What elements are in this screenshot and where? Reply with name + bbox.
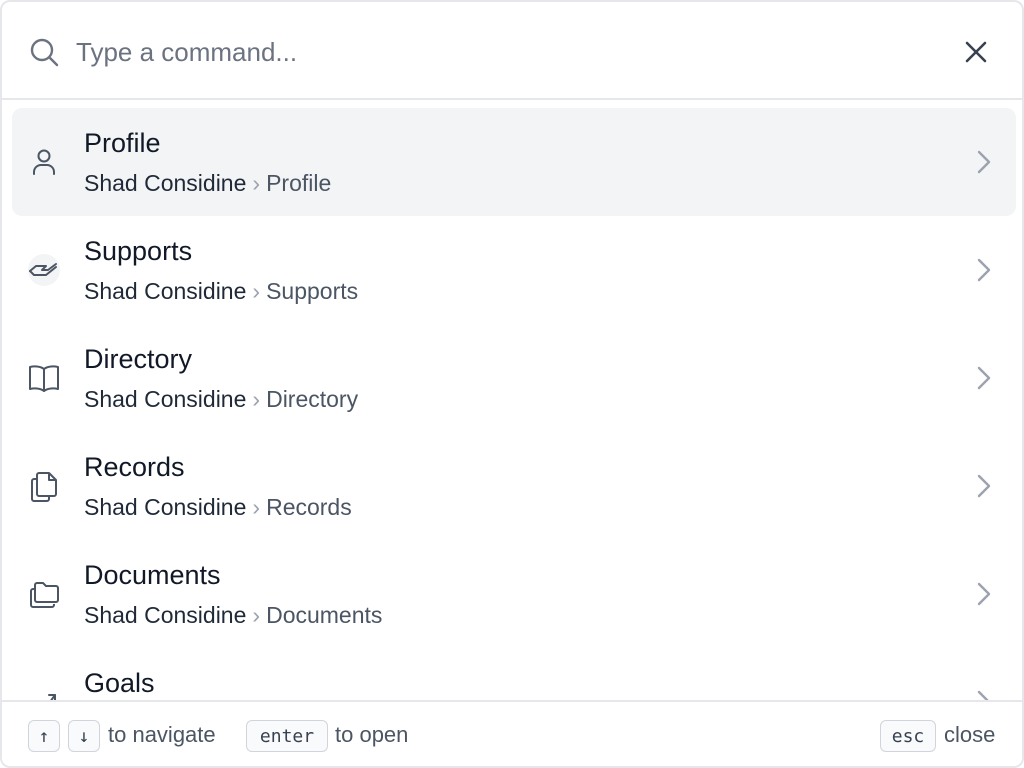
- breadcrumb-leaf: Profile: [266, 170, 332, 196]
- command-item-documents[interactable]: Documents Shad Considine › Documents: [12, 540, 1016, 648]
- breadcrumb-leaf: Documents: [266, 602, 383, 628]
- breadcrumb-separator: ›: [252, 170, 261, 196]
- breadcrumb-separator: ›: [252, 278, 261, 304]
- open-hint: to open: [335, 722, 409, 747]
- command-item-title: Records: [84, 452, 185, 482]
- navigate-hint: to navigate: [108, 722, 216, 747]
- chevron-right-icon: [972, 148, 996, 176]
- search-icon: [28, 36, 60, 68]
- command-item-directory[interactable]: Directory Shad Considine › Directory: [12, 324, 1016, 432]
- close-button[interactable]: [956, 32, 996, 72]
- breadcrumb-root: Shad Considine: [84, 386, 247, 412]
- breadcrumb-separator: ›: [252, 386, 261, 412]
- enter-key: enter: [246, 720, 328, 752]
- breadcrumb-leaf: Records: [266, 494, 352, 520]
- arrow-down-key: ↓: [68, 720, 100, 752]
- breadcrumb-leaf: Supports: [266, 278, 359, 304]
- breadcrumb-separator: ›: [252, 602, 261, 628]
- command-item-profile[interactable]: Profile Shad Considine › Profile: [12, 108, 1016, 216]
- folders-icon: [26, 576, 62, 612]
- breadcrumb-separator: ›: [252, 494, 261, 520]
- command-item-breadcrumb: Shad Considine › Records: [84, 494, 352, 521]
- files-icon: [26, 468, 62, 504]
- user-icon: [26, 144, 62, 180]
- book-open-icon: [26, 360, 62, 396]
- command-item-breadcrumb: Shad Considine › Documents: [84, 602, 382, 629]
- command-item-title: Documents: [84, 560, 221, 590]
- command-item-breadcrumb: Shad Considine › Profile: [84, 170, 331, 197]
- search-bar: [2, 2, 1022, 100]
- command-item-title: Supports: [84, 236, 193, 266]
- command-item-breadcrumb: Shad Considine › Directory: [84, 386, 358, 413]
- command-item-records[interactable]: Records Shad Considine › Records: [12, 432, 1016, 540]
- chevron-right-icon: [972, 256, 996, 284]
- command-item-title: Directory: [84, 344, 193, 374]
- keyboard-hints-footer: ↑ ↓ to navigate enter to open esc close: [2, 700, 1022, 766]
- chevron-right-icon: [972, 472, 996, 500]
- command-item-breadcrumb: Shad Considine › Supports: [84, 278, 358, 305]
- arrow-up-key: ↑: [28, 720, 60, 752]
- breadcrumb-root: Shad Considine: [84, 170, 247, 196]
- breadcrumb-leaf: Directory: [266, 386, 359, 412]
- command-item-supports[interactable]: Supports Shad Considine › Supports: [12, 216, 1016, 324]
- chevron-right-icon: [972, 688, 996, 700]
- close-hint: close: [944, 722, 996, 747]
- chevron-right-icon: [972, 364, 996, 392]
- command-palette: Profile Shad Considine›Profile Supports …: [0, 0, 1024, 768]
- command-list: Profile Shad Considine › Profile Supports …: [2, 100, 1022, 700]
- goal-flag-icon: [26, 684, 62, 700]
- command-item-title: Profile: [84, 128, 161, 158]
- esc-key: esc: [880, 720, 936, 752]
- chevron-right-icon: [972, 580, 996, 608]
- search-input[interactable]: [76, 30, 896, 74]
- breadcrumb-root: Shad Considine: [84, 602, 247, 628]
- handshake-icon: [26, 252, 62, 288]
- breadcrumb-root: Shad Considine: [84, 494, 247, 520]
- command-item-goals[interactable]: Goals: [12, 648, 1016, 700]
- close-icon: [965, 41, 987, 63]
- breadcrumb-root: Shad Considine: [84, 278, 247, 304]
- command-item-title: Goals: [84, 668, 155, 698]
